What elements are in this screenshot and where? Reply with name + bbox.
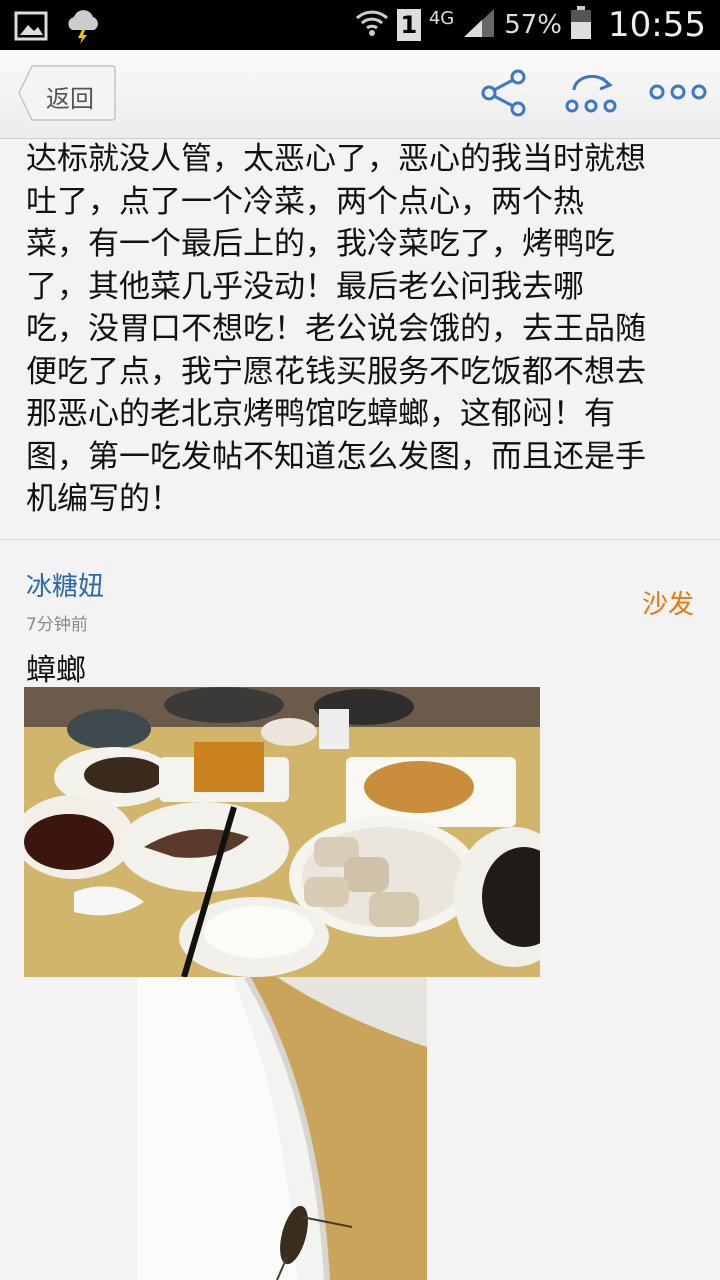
dinner-table-photo[interactable] [24,687,540,977]
floor-badge: 沙发 [641,590,694,620]
reply-icon[interactable] [562,68,622,122]
share-icon[interactable] [480,68,528,122]
sim-number: 1 [400,11,418,39]
post-body-text: 达标就没人管，太恶心了，恶心的我当时就想 吐了，点了一个冷菜，两个点心，两个热 … [26,141,646,517]
cockroach-in-bowl-photo[interactable] [137,977,427,1280]
gallery-notification-icon [14,11,48,45]
divider [0,539,720,540]
weather-storm-icon [64,8,102,48]
more-options-icon[interactable] [648,80,708,108]
battery-percent: 57% [504,10,563,40]
reply-text: 蟑螂 [26,653,86,688]
reply-timestamp: 7分钟前 [26,615,88,635]
sim-card-icon: 1 [396,9,421,41]
battery-icon [570,6,592,44]
status-bar: 1 4G 57% 10:55 [0,0,720,50]
nav-bar: 返回 [0,50,720,139]
network-type: 4G [428,8,455,29]
back-button[interactable]: 返回 [18,65,116,121]
wifi-icon [355,7,389,43]
signal-icon [462,7,496,43]
clock: 10:55 [608,5,706,45]
reply-username[interactable]: 冰糖妞 [26,566,104,603]
back-button-label: 返回 [46,85,94,113]
